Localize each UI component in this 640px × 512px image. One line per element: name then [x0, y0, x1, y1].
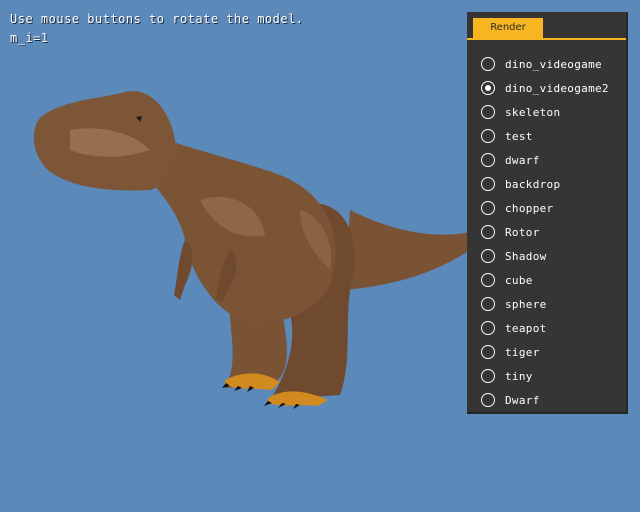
- radio-button[interactable]: [481, 369, 495, 383]
- model-option-label: cube: [505, 273, 533, 287]
- model-option[interactable]: cube: [481, 268, 609, 292]
- model-option-label: chopper: [505, 201, 554, 215]
- radio-button[interactable]: [481, 105, 495, 119]
- model-option-label: dino_videogame: [505, 57, 602, 71]
- radio-button[interactable]: [481, 57, 495, 71]
- model-option-label: Rotor: [505, 225, 540, 239]
- dinosaur-model: [33, 91, 470, 409]
- radio-button[interactable]: [481, 177, 495, 191]
- model-option-label: tiger: [505, 345, 540, 359]
- model-option[interactable]: sphere: [481, 292, 609, 316]
- radio-button[interactable]: [481, 201, 495, 215]
- radio-button[interactable]: [481, 81, 495, 95]
- model-option[interactable]: dwarf: [481, 148, 609, 172]
- radio-button[interactable]: [481, 249, 495, 263]
- radio-button[interactable]: [481, 321, 495, 335]
- radio-button[interactable]: [481, 153, 495, 167]
- tab-render[interactable]: Render: [473, 18, 543, 38]
- model-option[interactable]: teapot: [481, 316, 609, 340]
- model-radio-list: dino_videogame dino_videogame2 skeleton tes…: [481, 52, 609, 412]
- radio-button[interactable]: [481, 225, 495, 239]
- model-option-label: backdrop: [505, 177, 561, 191]
- radio-button[interactable]: [481, 129, 495, 143]
- model-option-label: tiny: [505, 369, 533, 383]
- model-option[interactable]: Dwarf: [481, 388, 609, 412]
- model-option-label: Shadow: [505, 249, 547, 263]
- model-option-label: skeleton: [505, 105, 561, 119]
- model-option[interactable]: dino_videogame: [481, 52, 609, 76]
- model-option-label: sphere: [505, 297, 547, 311]
- model-option-label: dino_videogame2: [505, 81, 609, 95]
- tab-underline: [467, 38, 626, 40]
- model-option[interactable]: backdrop: [481, 172, 609, 196]
- model-option[interactable]: Shadow: [481, 244, 609, 268]
- model-option[interactable]: skeleton: [481, 100, 609, 124]
- model-option[interactable]: tiger: [481, 340, 609, 364]
- model-option[interactable]: chopper: [481, 196, 609, 220]
- model-option[interactable]: dino_videogame2: [481, 76, 609, 100]
- model-option[interactable]: tiny: [481, 364, 609, 388]
- model-option-label: Dwarf: [505, 393, 540, 407]
- model-option[interactable]: Rotor: [481, 220, 609, 244]
- radio-button[interactable]: [481, 393, 495, 407]
- radio-button[interactable]: [481, 345, 495, 359]
- model-option-label: dwarf: [505, 153, 540, 167]
- instruction-text: Use mouse buttons to rotate the model.: [10, 12, 304, 26]
- model-index-text: m_i=1: [10, 31, 49, 45]
- radio-button[interactable]: [481, 273, 495, 287]
- model-option-label: test: [505, 129, 533, 143]
- instructions-overlay: Use mouse buttons to rotate the model. m…: [10, 10, 304, 48]
- model-option[interactable]: test: [481, 124, 609, 148]
- model-option-label: teapot: [505, 321, 547, 335]
- render-panel: Render dino_videogame dino_videogame2skel…: [467, 12, 628, 414]
- radio-button[interactable]: [481, 297, 495, 311]
